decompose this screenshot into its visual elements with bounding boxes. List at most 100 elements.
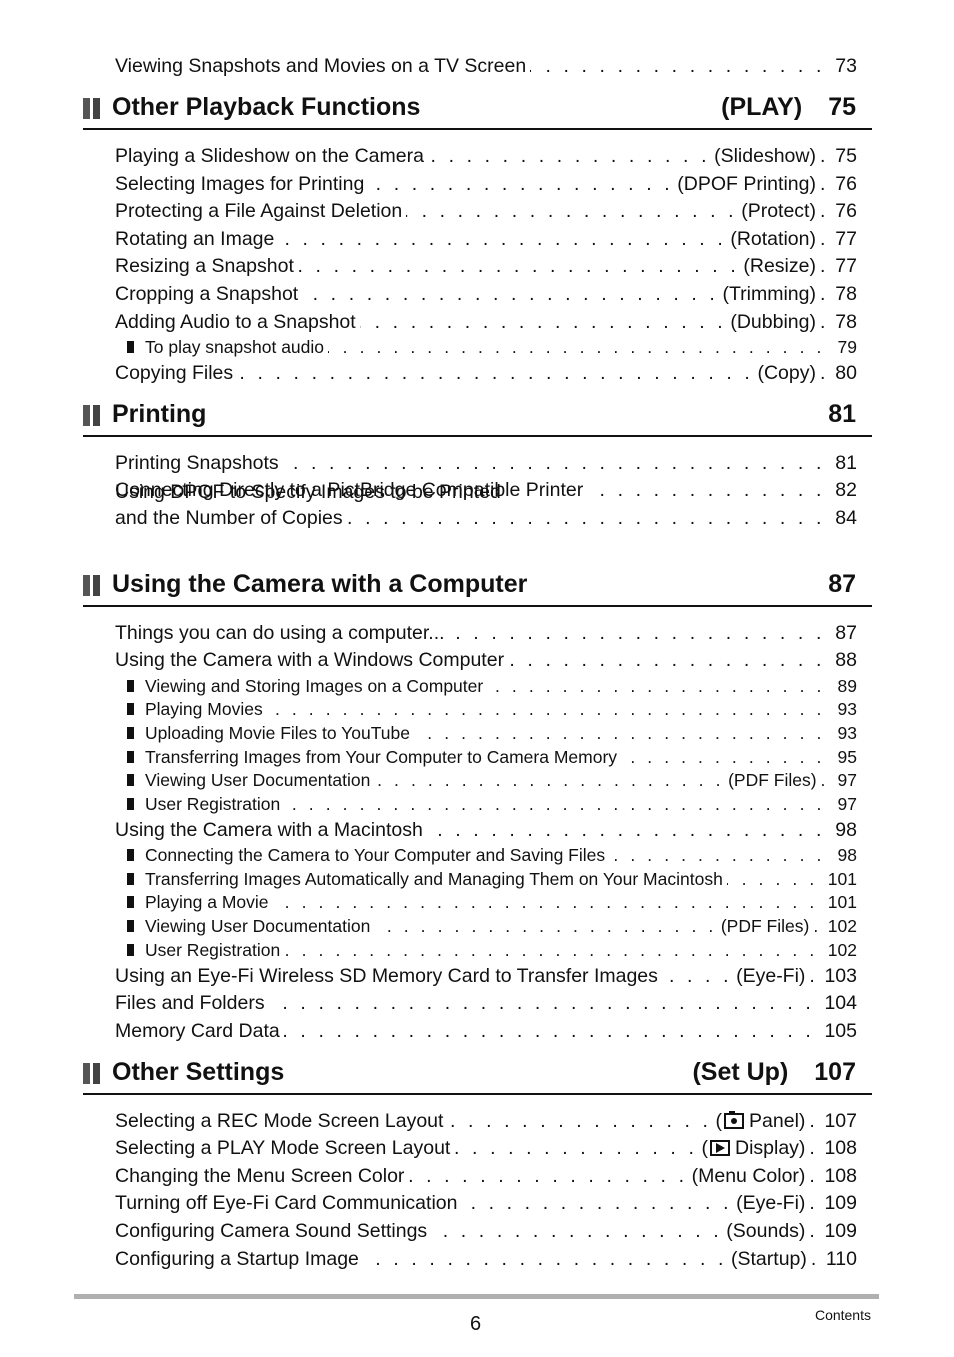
- entry-title: Adding Audio to a Snapshot: [115, 311, 356, 333]
- entry-page-number: 110: [825, 1248, 857, 1270]
- dot-leader: . . . . . . . . . . . . . . . . . . . . …: [449, 622, 825, 644]
- entry-title: User Registration: [145, 940, 281, 960]
- toc-entry[interactable]: Changing the Menu Screen Color. . . . . …: [115, 1164, 857, 1188]
- entry-page-number: 97: [837, 794, 857, 814]
- entry-title: To play snapshot audio: [145, 337, 325, 357]
- toc-subentry[interactable]: User Registration. . . . . . . . . . . .…: [127, 939, 857, 961]
- toc-entry[interactable]: Playing a Slideshow on the Camera. . . .…: [115, 144, 857, 168]
- dot-leader: . . . . . . . . . . . . . . . . . . . . …: [283, 452, 825, 474]
- toc-entry[interactable]: Using the Camera with a Macintosh. . . .…: [115, 818, 857, 842]
- entry-page-number: 81: [835, 452, 857, 474]
- dot-leader: .: [809, 1165, 819, 1187]
- entry-title: Transferring Images from Your Computer t…: [145, 747, 618, 767]
- marker-bar: [83, 98, 90, 119]
- bullet-icon: [127, 896, 134, 908]
- toc-subentry[interactable]: Transferring Images Automatically and Ma…: [127, 868, 857, 890]
- function-label: (Eye-Fi): [736, 965, 806, 987]
- toc-subentry[interactable]: Viewing User Documentation. . . . . . . …: [127, 769, 857, 791]
- entry-title: Cropping a Snapshot: [115, 283, 299, 305]
- entry-page-number: 82: [835, 479, 857, 501]
- toc-entry[interactable]: Configuring Camera Sound Settings. . . .…: [115, 1219, 857, 1243]
- toc-subentry[interactable]: Viewing and Storing Images on a Computer…: [127, 675, 857, 697]
- section-marker-icon: [83, 575, 101, 596]
- toc-entry[interactable]: Memory Card Data. . . . . . . . . . . . …: [115, 1019, 857, 1043]
- entry-page-number: 103: [824, 965, 857, 987]
- toc-entry[interactable]: Rotating an Image. . . . . . . . . . . .…: [115, 227, 857, 251]
- entry-title: Using an Eye-Fi Wireless SD Memory Card …: [115, 965, 658, 987]
- toc-subentry[interactable]: To play snapshot audio. . . . . . . . . …: [127, 336, 857, 358]
- section-page-info: 87: [828, 570, 856, 599]
- toc-entry[interactable]: Adding Audio to a Snapshot. . . . . . . …: [115, 310, 857, 334]
- dot-leader: .: [819, 255, 829, 277]
- bullet-icon: [127, 944, 134, 956]
- function-label: (Dubbing): [730, 311, 816, 333]
- dot-leader: . . . . . . . . . . . . . . . . . . . . …: [414, 723, 825, 743]
- toc-subentry[interactable]: Viewing User Documentation. . . . . . . …: [127, 915, 857, 937]
- toc-entry[interactable]: Printing Snapshots. . . . . . . . . . . …: [115, 451, 857, 475]
- toc-subentry[interactable]: Playing Movies. . . . . . . . . . . . . …: [127, 698, 857, 720]
- section-title[interactable]: Other Playback Functions: [112, 93, 420, 122]
- toc-entry[interactable]: Cropping a Snapshot. . . . . . . . . . .…: [115, 282, 857, 306]
- function-label: (Resize): [743, 255, 816, 277]
- dot-leader: . . . . . . . . . . . . . . . . . . . . …: [431, 1220, 723, 1242]
- entry-page-number: 98: [835, 819, 857, 841]
- section-title[interactable]: Other Settings: [112, 1058, 284, 1087]
- toc-entry[interactable]: Selecting a REC Mode Screen Layout. . . …: [115, 1109, 857, 1133]
- entry-function-name: (Eye-Fi): [736, 1191, 805, 1215]
- toc-entry[interactable]: Files and Folders. . . . . . . . . . . .…: [115, 991, 857, 1015]
- section-page-info: (PLAY) 75: [721, 93, 856, 122]
- toc-entry[interactable]: Copying Files. . . . . . . . . . . . . .…: [115, 361, 857, 385]
- toc-subentry[interactable]: User Registration. . . . . . . . . . . .…: [127, 793, 857, 815]
- bullet-icon: [127, 798, 134, 810]
- toc-entry[interactable]: Using the Camera with a Windows Computer…: [115, 648, 857, 672]
- entry-title: Playing a Slideshow on the Camera: [115, 145, 424, 167]
- entry-page-number: 102: [827, 940, 857, 960]
- section-header: Other Settings (Set Up) 107: [83, 1055, 872, 1095]
- toc-entry[interactable]: Viewing Snapshots and Movies on a TV Scr…: [115, 54, 857, 78]
- toc-entry[interactable]: and the Number of Copies. . . . . . . . …: [115, 506, 857, 530]
- marker-bar: [93, 98, 100, 119]
- entry-function-name: (Dubbing): [730, 310, 816, 334]
- toc-subentry[interactable]: Uploading Movie Files to YouTube. . . . …: [127, 722, 857, 744]
- entry-page-number: 108: [824, 1137, 857, 1159]
- toc-subentry[interactable]: Playing a Movie. . . . . . . . . . . . .…: [127, 891, 857, 913]
- dot-leader: . . . . . . . . . . . . . . . . . . . . …: [284, 794, 825, 814]
- function-label: (Protect): [741, 200, 816, 222]
- entry-page-number: 77: [835, 228, 857, 250]
- marker-bar: [93, 405, 100, 426]
- function-label: (PDF Files): [728, 770, 817, 790]
- entry-page-number: 107: [824, 1110, 857, 1132]
- entry-page-number: 95: [837, 747, 857, 767]
- entry-title: Protecting a File Against Deletion: [115, 200, 403, 222]
- dot-leader: .: [810, 1248, 820, 1270]
- dot-leader: .: [809, 1220, 819, 1242]
- section-marker-icon: [83, 98, 101, 119]
- dot-leader: .: [819, 311, 829, 333]
- toc-entry[interactable]: Configuring a Startup Image. . . . . . .…: [115, 1247, 857, 1271]
- dot-leader: . . . . . . . . . . . . . . . . . . . . …: [363, 1248, 728, 1270]
- toc-entry[interactable]: Selecting Images for Printing. . . . . .…: [115, 172, 857, 196]
- toc-entry[interactable]: Using an Eye-Fi Wireless SD Memory Card …: [115, 964, 857, 988]
- dot-leader: . . . . . . . . . . . . . . . . . . . . …: [427, 819, 825, 841]
- function-label: (Startup): [731, 1248, 807, 1270]
- dot-leader: .: [809, 1192, 819, 1214]
- section-title[interactable]: Using the Camera with a Computer: [112, 570, 527, 599]
- toc-subentry[interactable]: Transferring Images from Your Computer t…: [127, 746, 857, 768]
- entry-function-name: (Protect): [741, 199, 816, 223]
- toc-entry[interactable]: Resizing a Snapshot. . . . . . . . . . .…: [115, 254, 857, 278]
- toc-entry[interactable]: Things you can do using a computer.... .…: [115, 621, 857, 645]
- bullet-icon: [127, 849, 134, 861]
- bullet-icon: [127, 774, 134, 786]
- entry-function-name: (PDF Files): [728, 769, 816, 791]
- toc-subentry[interactable]: Connecting the Camera to Your Computer a…: [127, 844, 857, 866]
- dot-leader: . . . . . . . . . . . . . . . . . . . . …: [727, 869, 818, 889]
- toc-entry[interactable]: Protecting a File Against Deletion. . . …: [115, 199, 857, 223]
- footer-rule: [74, 1294, 879, 1299]
- play-icon: [709, 1140, 730, 1156]
- toc-entry[interactable]: Turning off Eye-Fi Card Communication. .…: [115, 1191, 857, 1215]
- entry-page-number: 97: [837, 770, 857, 790]
- function-label: (Slideshow): [714, 145, 816, 167]
- toc-entry[interactable]: Selecting a PLAY Mode Screen Layout. . .…: [115, 1136, 857, 1160]
- entry-title: Things you can do using a computer...: [115, 622, 445, 644]
- section-title[interactable]: Printing: [112, 400, 206, 429]
